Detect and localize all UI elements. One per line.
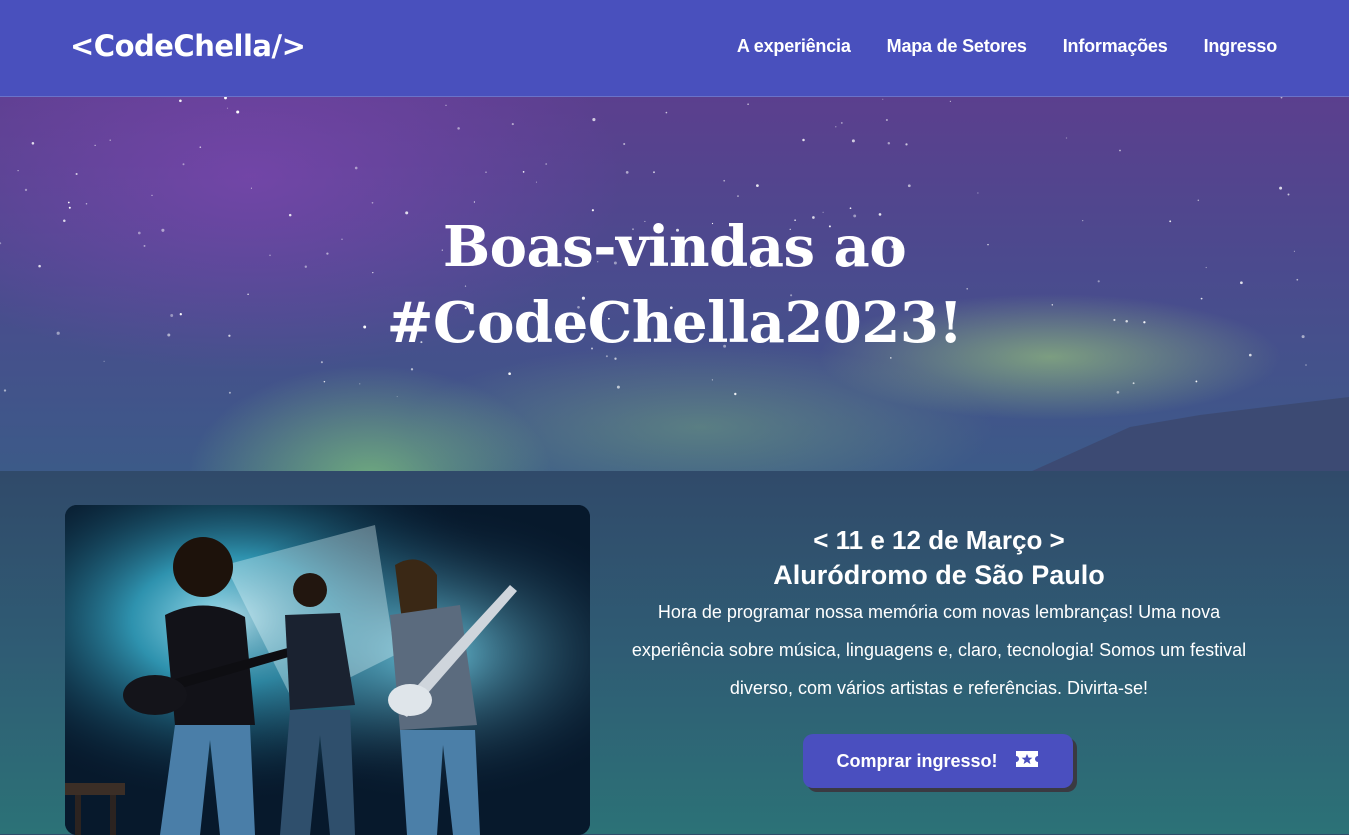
star — [887, 141, 891, 145]
event-date: < 11 e 12 de Março > — [813, 525, 1065, 555]
star — [199, 146, 202, 148]
star — [907, 184, 911, 188]
star — [371, 201, 374, 204]
event-venue: Aluródromo de São Paulo — [773, 560, 1105, 590]
star — [949, 100, 952, 103]
star — [31, 142, 35, 145]
star — [1287, 193, 1290, 196]
star — [1195, 380, 1198, 383]
star — [734, 392, 737, 396]
star — [182, 163, 185, 166]
nav-link-mapa-de-setores[interactable]: Mapa de Setores — [887, 36, 1027, 57]
hero-banner: Boas-vindas ao #CodeChella2023! — [0, 96, 1349, 472]
event-section: < 11 e 12 de Março > Aluródromo de São P… — [0, 471, 1349, 835]
star — [17, 169, 19, 172]
site-header: <CodeChella/> A experiência Mapa de Seto… — [0, 0, 1349, 96]
star — [1132, 382, 1135, 385]
nav-link-informacoes[interactable]: Informações — [1063, 36, 1168, 57]
star — [24, 188, 28, 192]
star — [723, 179, 726, 182]
star — [94, 144, 96, 146]
star — [67, 201, 70, 204]
buy-ticket-button[interactable]: Comprar ingresso! — [803, 734, 1073, 788]
event-description: Hora de programar nossa memória com nova… — [631, 602, 1247, 698]
hero-title-line-2: #CodeChella2023! — [386, 290, 963, 356]
star — [977, 192, 979, 194]
star — [445, 104, 447, 106]
star — [545, 163, 548, 165]
star — [1065, 137, 1068, 139]
star — [250, 187, 252, 189]
hero-title-line-1: Boas-vindas ao — [442, 214, 907, 280]
star — [885, 118, 888, 122]
star — [1279, 186, 1283, 190]
main-nav: A experiência Mapa de Setores Informaçõe… — [737, 36, 1277, 57]
star — [396, 396, 398, 398]
star — [508, 372, 511, 376]
star — [151, 194, 153, 197]
star — [228, 391, 231, 394]
star — [835, 126, 837, 128]
star — [3, 389, 7, 392]
star — [226, 107, 229, 109]
star — [75, 172, 78, 176]
star — [1305, 364, 1307, 366]
star — [737, 195, 739, 197]
star — [592, 118, 596, 122]
star — [840, 121, 843, 124]
star — [905, 143, 908, 146]
star — [320, 361, 323, 364]
star — [625, 171, 629, 174]
star — [802, 138, 805, 142]
nav-link-ingresso[interactable]: Ingresso — [1204, 36, 1278, 57]
star — [85, 202, 88, 205]
star — [457, 127, 460, 130]
star — [535, 181, 537, 183]
star — [224, 97, 227, 100]
star — [711, 379, 714, 381]
star — [616, 385, 620, 389]
star — [653, 171, 655, 174]
star — [665, 111, 668, 114]
nav-link-experiencia[interactable]: A experiência — [737, 36, 851, 57]
star — [851, 139, 855, 143]
star — [485, 171, 487, 173]
star — [882, 98, 884, 100]
ticket-icon — [1014, 749, 1040, 774]
star — [323, 380, 326, 383]
star — [756, 184, 759, 187]
site-logo[interactable]: <CodeChella/> — [70, 29, 306, 63]
band-concert-photo — [65, 505, 590, 835]
star — [1280, 97, 1283, 99]
star — [623, 142, 626, 146]
star — [747, 103, 749, 106]
star — [236, 110, 240, 114]
star — [179, 99, 182, 103]
buy-ticket-label: Comprar ingresso! — [836, 750, 998, 771]
star — [1116, 390, 1120, 394]
star — [359, 383, 361, 385]
event-info: < 11 e 12 de Março > Aluródromo de São P… — [623, 523, 1255, 707]
star — [1119, 149, 1121, 152]
star — [511, 123, 514, 126]
star — [354, 166, 358, 170]
star — [410, 368, 414, 371]
star — [473, 201, 475, 203]
hero-title: Boas-vindas ao #CodeChella2023! — [0, 209, 1349, 361]
star — [522, 171, 525, 173]
star — [1197, 199, 1200, 202]
star — [109, 139, 111, 141]
